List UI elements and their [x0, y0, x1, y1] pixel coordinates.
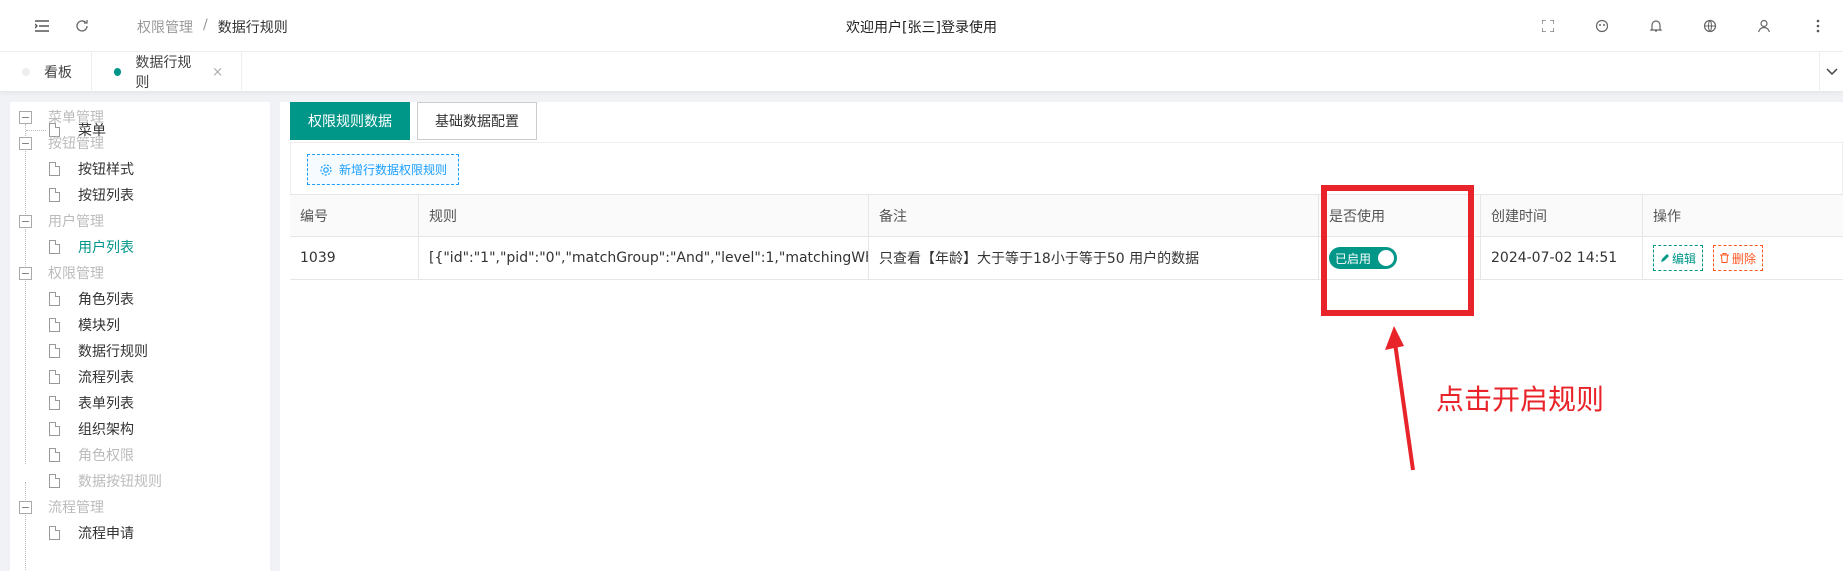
edit-button[interactable]: 编辑	[1653, 245, 1704, 271]
more-vertical-icon[interactable]	[1806, 14, 1830, 38]
file-icon	[49, 422, 60, 436]
annotation-arrow	[1385, 326, 1415, 471]
tree-item-module-list[interactable]: 模块列	[49, 312, 120, 338]
tab-label: 看板	[44, 65, 72, 81]
col-created-header: 创建时间	[1480, 195, 1642, 236]
file-icon	[49, 370, 60, 384]
file-icon	[49, 318, 60, 332]
theme-icon[interactable]	[1590, 14, 1614, 38]
tree-item-label: 数据行规则	[78, 344, 148, 360]
tree-group-label: 按钮管理	[48, 136, 104, 152]
cell-remark: 只查看【年龄】大于等于18小于等于50 用户的数据	[868, 237, 1318, 279]
rules-table: 编号 规则 备注 是否使用 创建时间 操作 1039 [{"id":"1","p…	[290, 194, 1843, 280]
tree-item-user-list[interactable]: 用户列表	[49, 234, 134, 260]
tree-item-org-structure[interactable]: 组织架构	[49, 416, 134, 442]
tree-group-users[interactable]: − 用户管理	[19, 208, 104, 234]
tree-item-label: 模块列	[78, 318, 120, 334]
tree-item-label: 表单列表	[78, 396, 134, 412]
trash-icon	[1720, 253, 1730, 263]
delete-label: 删除	[1732, 251, 1757, 266]
welcome-text: 欢迎用户[张三]登录使用	[846, 20, 997, 36]
tree-group-flow[interactable]: − 流程管理	[19, 494, 104, 520]
tree-item-label: 用户列表	[78, 240, 134, 256]
chevron-down-icon[interactable]	[1819, 52, 1843, 92]
tree-item-label: 流程申请	[78, 526, 134, 542]
fullscreen-icon[interactable]	[1536, 14, 1560, 38]
tree-item-label: 角色权限	[78, 448, 134, 464]
tree-item-data-row-rules[interactable]: 数据行规则	[49, 338, 148, 364]
add-row-rule-label: 新增行数据权限规则	[338, 163, 447, 177]
tab-dashboard[interactable]: 看板	[0, 52, 92, 92]
tree-item-form-list[interactable]: 表单列表	[49, 390, 134, 416]
globe-icon[interactable]	[1698, 14, 1722, 38]
user-icon[interactable]	[1752, 14, 1776, 38]
file-icon	[49, 474, 60, 488]
tree-item-flow-request[interactable]: 流程申请	[49, 520, 134, 546]
tab-active-dot	[114, 68, 122, 76]
add-row-rule-button[interactable]: 新增行数据权限规则	[307, 154, 459, 185]
pencil-icon	[1661, 253, 1669, 262]
collapse-icon[interactable]: −	[19, 266, 32, 280]
table-row: 1039 [{"id":"1","pid":"0","matchGroup":"…	[290, 236, 1843, 280]
tree-group-permissions[interactable]: − 权限管理	[19, 260, 104, 286]
gear-icon	[320, 163, 332, 176]
tree-item-role-list[interactable]: 角色列表	[49, 286, 134, 312]
tree-group-label: 用户管理	[48, 214, 104, 230]
tree-item-label: 按钮样式	[78, 162, 134, 178]
tree-item-label: 按钮列表	[78, 188, 134, 204]
table-header-row: 编号 规则 备注 是否使用 创建时间 操作	[290, 194, 1843, 236]
page-tabs-bar: 看板 数据行规则 ×	[0, 52, 1843, 92]
annotation-highlight-box	[1321, 185, 1474, 316]
top-bar: 权限管理 / 数据行规则 欢迎用户[张三]登录使用	[0, 0, 1843, 52]
tree-item-flow-list[interactable]: 流程列表	[49, 364, 134, 390]
col-rule-header: 规则	[418, 195, 868, 236]
file-icon	[49, 292, 60, 306]
col-actions-header: 操作	[1642, 195, 1843, 236]
cell-created: 2024-07-02 14:51	[1480, 237, 1642, 279]
collapse-icon[interactable]: −	[19, 214, 32, 228]
file-icon	[49, 448, 60, 462]
tree-item-button-style[interactable]: 按钮样式	[49, 156, 134, 182]
bell-icon[interactable]	[1644, 14, 1668, 38]
file-icon	[49, 240, 60, 254]
table-toolbar: 新增行数据权限规则	[290, 142, 1843, 194]
file-icon	[49, 188, 60, 202]
tree-item-label: 流程列表	[78, 370, 134, 386]
tree-group-label: 流程管理	[48, 500, 104, 516]
col-id-header: 编号	[300, 208, 328, 225]
close-icon[interactable]: ×	[212, 65, 223, 80]
tree-group-buttons[interactable]: − 按钮管理	[19, 130, 104, 156]
file-icon	[49, 344, 60, 358]
tree-item-button-list[interactable]: 按钮列表	[49, 182, 134, 208]
tab-data-row-rules[interactable]: 数据行规则 ×	[92, 52, 242, 92]
tab-status-dot	[22, 68, 30, 76]
file-icon	[49, 396, 60, 410]
collapse-icon[interactable]: −	[19, 500, 32, 514]
tab-permission-rule-data[interactable]: 权限规则数据	[290, 102, 410, 140]
cell-actions: 编辑 删除	[1642, 237, 1843, 279]
collapse-icon[interactable]: −	[19, 110, 32, 124]
file-icon	[49, 526, 60, 540]
cell-rule: [{"id":"1","pid":"0","matchGroup":"And",…	[418, 237, 868, 279]
delete-button[interactable]: 删除	[1713, 245, 1764, 271]
tree-item-role-permissions[interactable]: 角色权限	[49, 442, 134, 468]
collapse-icon[interactable]: −	[19, 136, 32, 150]
cell-id: 1039	[300, 250, 336, 266]
tab-label: 数据行规则	[135, 55, 192, 91]
tree-item-label: 数据按钮规则	[78, 474, 162, 490]
col-remark-header: 备注	[868, 195, 1318, 236]
annotation-text: 点击开启规则	[1436, 383, 1605, 416]
tree-guide-line	[25, 124, 26, 464]
tab-basic-data-config[interactable]: 基础数据配置	[417, 102, 537, 140]
tree-item-data-button-rules[interactable]: 数据按钮规则	[49, 468, 162, 494]
sidebar-tree: − 菜单管理 菜单 − 按钮管理 按钮样式 按钮列表 − 用户管理 用户列表 −…	[10, 102, 270, 571]
main-panel: 权限规则数据 基础数据配置 新增行数据权限规则 编号 规则 备注 是否使用 创建…	[280, 102, 1843, 571]
file-icon	[49, 162, 60, 176]
edit-label: 编辑	[1672, 251, 1697, 266]
tree-item-label: 组织架构	[78, 422, 134, 438]
tree-item-label: 角色列表	[78, 292, 134, 308]
tree-group-label: 权限管理	[48, 266, 104, 282]
